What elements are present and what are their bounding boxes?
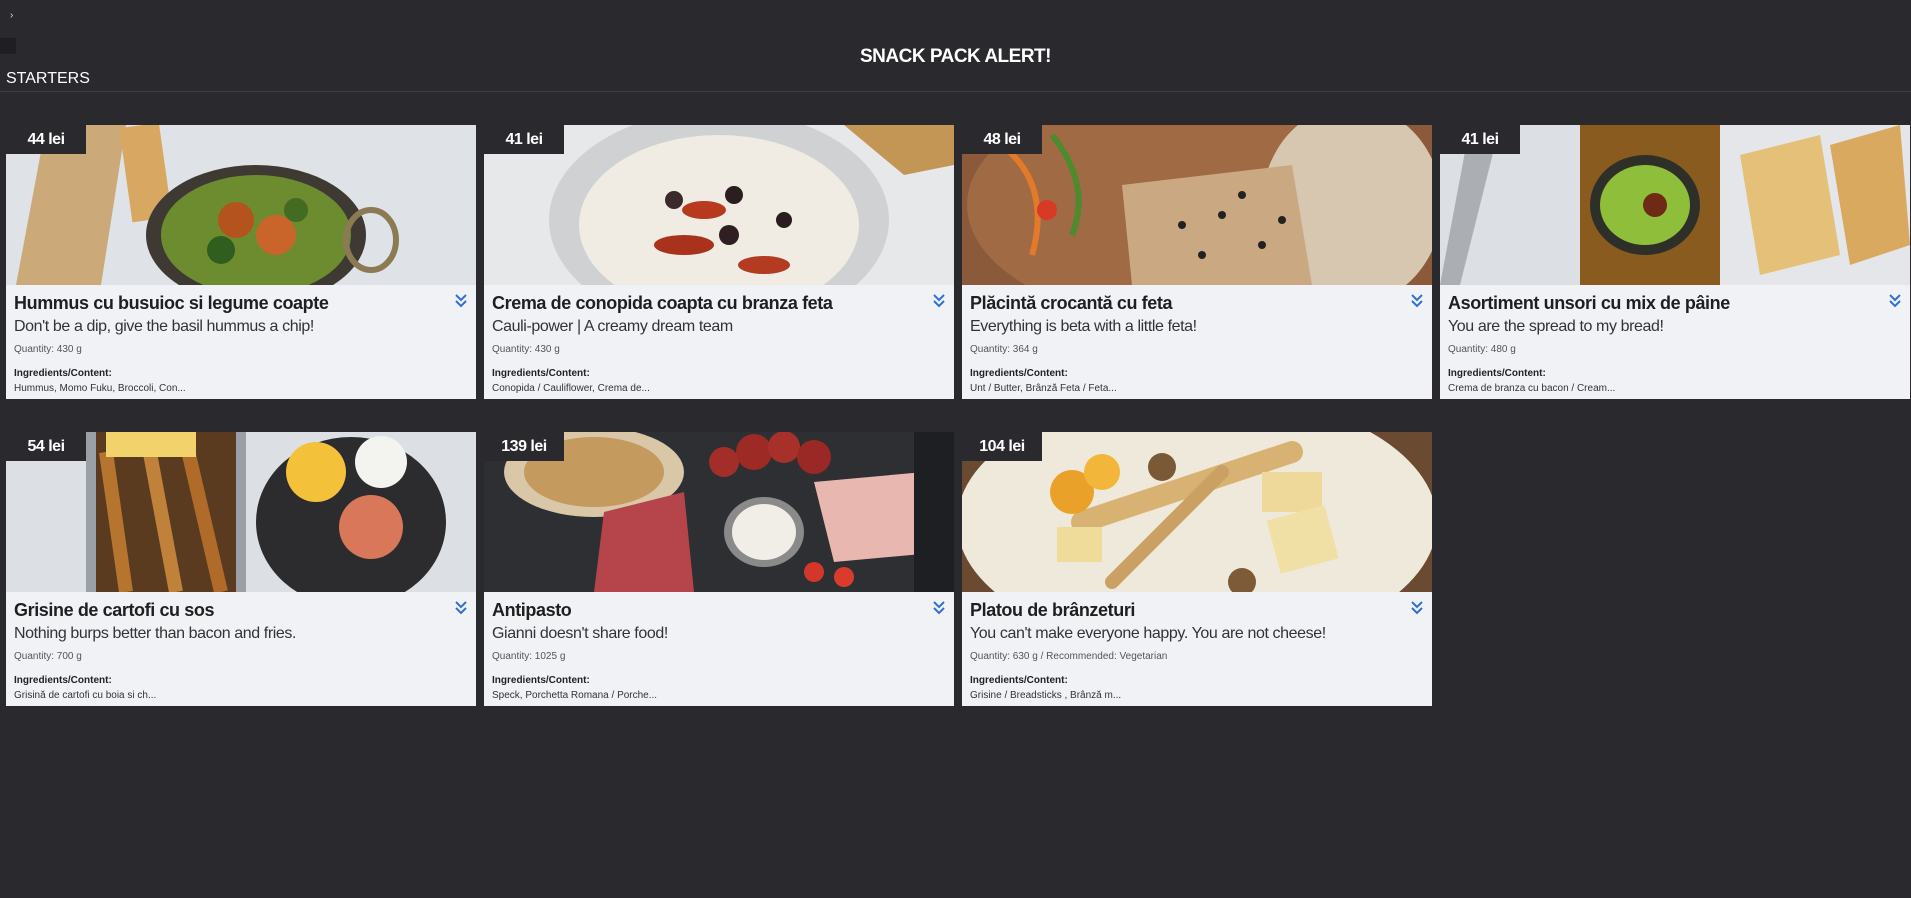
product-name: Platou de brânzeturi — [970, 600, 1136, 620]
ingredients-label: Ingredients/Content: — [970, 368, 1068, 379]
product-name: Crema de conopida coapta cu branza feta — [492, 293, 833, 313]
ingredients-label: Ingredients/Content: — [14, 368, 112, 379]
product-name: Antipasto — [492, 600, 572, 620]
product-image: 104 lei — [962, 432, 1432, 592]
ingredients-text: Grisine / Breadsticks , Brânză m... — [970, 690, 1122, 701]
ingredients-text: Speck, Porchetta Romana / Porche... — [492, 690, 658, 701]
product-card[interactable]: 48 lei Plăcintă crocantă cu feta Everyth… — [962, 125, 1432, 399]
product-name: Grisine de cartofi cu sos — [14, 600, 215, 620]
product-quantity: Quantity: 430 g — [14, 344, 82, 355]
product-tagline: You are the spread to my bread! — [1448, 318, 1664, 335]
product-name: Asortiment unsori cu mix de pâine — [1448, 293, 1730, 313]
product-tagline: Everything is beta with a little feta! — [970, 318, 1197, 335]
product-name: Plăcintă crocantă cu feta — [970, 293, 1173, 313]
ingredients-text: Unt / Butter, Brânză Feta / Feta... — [970, 383, 1117, 394]
double-chevron-down-icon[interactable] — [1410, 293, 1424, 309]
product-image: 54 lei — [6, 432, 476, 592]
ingredients-label: Ingredients/Content: — [1448, 368, 1546, 379]
double-chevron-down-icon[interactable] — [1410, 600, 1424, 616]
sidebar-toggle-button[interactable]: › — [10, 10, 13, 22]
product-tagline: Nothing burps better than bacon and frie… — [14, 625, 297, 642]
ingredients-label: Ingredients/Content: — [14, 675, 112, 686]
double-chevron-down-icon[interactable] — [1888, 293, 1902, 309]
price-badge: 139 lei — [484, 432, 564, 461]
product-tagline: Cauli-power | A creamy dream team — [492, 318, 733, 335]
product-image: 44 lei — [6, 125, 476, 285]
double-chevron-down-icon[interactable] — [454, 293, 468, 309]
product-card[interactable]: 41 lei Asortiment unsori cu mix de pâine… — [1440, 125, 1910, 399]
product-card[interactable]: 54 lei Grisine de cartofi cu sos Nothing… — [6, 432, 476, 706]
ingredients-text: Hummus, Momo Fuku, Broccoli, Con... — [14, 383, 186, 394]
product-quantity: Quantity: 630 g / Recommended: Vegetaria… — [970, 651, 1168, 662]
product-tagline: Don't be a dip, give the basil hummus a … — [14, 318, 314, 335]
product-tagline: You can't make everyone happy. You are n… — [970, 625, 1326, 642]
product-card[interactable]: 139 lei Antipasto Gianni doesn't share f… — [484, 432, 954, 706]
section-title-starters: STARTERS — [6, 70, 90, 87]
price-badge: 41 lei — [484, 125, 564, 154]
product-name: Hummus cu busuioc si legume coapte — [14, 293, 329, 313]
product-tagline: Gianni doesn't share food! — [492, 625, 668, 642]
product-quantity: Quantity: 700 g — [14, 651, 82, 662]
product-image: 41 lei — [1440, 125, 1910, 285]
ingredients-label: Ingredients/Content: — [492, 675, 590, 686]
product-card[interactable]: 44 lei Hummus cu busuioc si legume coapt… — [6, 125, 476, 399]
double-chevron-down-icon[interactable] — [932, 600, 946, 616]
price-badge: 44 lei — [6, 125, 86, 154]
product-image: 139 lei — [484, 432, 954, 592]
ingredients-label: Ingredients/Content: — [970, 675, 1068, 686]
product-grid: 44 lei Hummus cu busuioc si legume coapt… — [6, 125, 1910, 706]
product-quantity: Quantity: 480 g — [1448, 344, 1516, 355]
price-badge: 48 lei — [962, 125, 1042, 154]
product-card[interactable]: 41 lei Crema de conopida coapta cu branz… — [484, 125, 954, 399]
double-chevron-down-icon[interactable] — [932, 293, 946, 309]
product-image: 41 lei — [484, 125, 954, 285]
double-chevron-down-icon[interactable] — [454, 600, 468, 616]
caret-right-icon: › — [10, 10, 14, 21]
product-quantity: Quantity: 1025 g — [492, 651, 566, 662]
price-badge: 54 lei — [6, 432, 86, 461]
price-badge: 41 lei — [1440, 125, 1520, 154]
product-quantity: Quantity: 430 g — [492, 344, 560, 355]
ingredients-text: Grisină de cartofi cu boia si ch... — [14, 690, 157, 701]
price-badge: 104 lei — [962, 432, 1042, 461]
product-card[interactable]: 104 lei Platou de brânzeturi You can't m… — [962, 432, 1432, 706]
ingredients-text: Crema de branza cu bacon / Cream... — [1448, 383, 1616, 394]
product-quantity: Quantity: 364 g — [970, 344, 1038, 355]
ingredients-label: Ingredients/Content: — [492, 368, 590, 379]
ingredients-text: Conopida / Cauliflower, Crema de... — [492, 383, 650, 394]
section-divider — [0, 91, 1911, 92]
page-title: SNACK PACK ALERT! — [860, 46, 1052, 67]
product-image: 48 lei — [962, 125, 1432, 285]
